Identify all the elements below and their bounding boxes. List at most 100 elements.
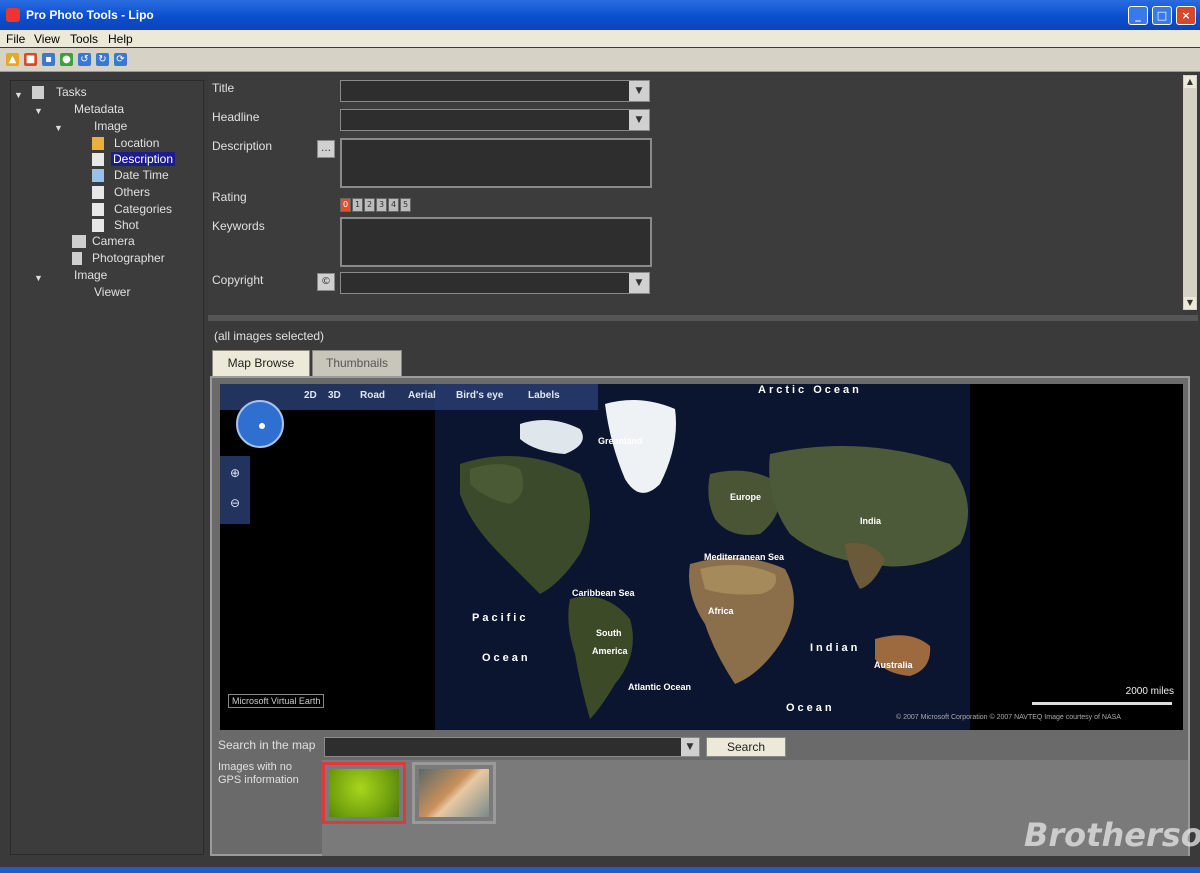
map-birdseye-button[interactable]: Bird's eye xyxy=(456,390,503,401)
rating-control[interactable]: 012345 xyxy=(340,194,412,212)
chevron-down-icon[interactable]: ▼ xyxy=(629,110,649,130)
menu-bar: File View Tools Help xyxy=(0,30,1200,47)
redo-icon[interactable]: ↻ xyxy=(96,53,109,66)
no-gps-label: Images with no GPS information xyxy=(218,761,299,786)
scroll-up-icon[interactable]: ▲ xyxy=(1184,76,1196,88)
minimize-button[interactable]: _ xyxy=(1128,6,1148,25)
map-2d-button[interactable]: 2D xyxy=(304,390,317,401)
rating-star-1[interactable]: 1 xyxy=(352,198,363,212)
tree-photographer[interactable]: Photographer xyxy=(92,251,165,265)
delete-icon[interactable]: ■ xyxy=(24,53,37,66)
chevron-down-icon[interactable]: ▼ xyxy=(629,81,649,101)
tab-thumbnails[interactable]: Thumbnails xyxy=(312,350,402,376)
tree-viewer[interactable]: Viewer xyxy=(94,285,130,299)
toolbar: ▲ ■ ▪ ● ↺ ↻ ⟳ xyxy=(0,48,1200,72)
map-aerial-button[interactable]: Aerial xyxy=(408,390,436,401)
map-label-arctic: Arctic Ocean xyxy=(758,384,862,396)
map-scale-bar: 2000 miles xyxy=(1032,684,1174,710)
document-icon xyxy=(92,219,104,232)
form-scrollbar[interactable]: ▲ ▼ xyxy=(1183,75,1197,310)
collapse-icon[interactable]: ▼ xyxy=(34,273,43,283)
copyright-template-button[interactable]: © xyxy=(317,273,335,291)
map-3d-button[interactable]: 3D xyxy=(328,390,341,401)
zoom-in-icon[interactable]: ⊕ xyxy=(227,466,243,482)
menu-file[interactable]: File xyxy=(6,32,25,46)
tree-image-2[interactable]: Image xyxy=(74,268,107,282)
map-label-europe: Europe xyxy=(730,492,762,502)
map-label-india: India xyxy=(860,516,882,526)
map-label-australia: Australia xyxy=(874,660,913,670)
headline-field[interactable]: ▼ xyxy=(340,109,650,131)
map-labels-toggle[interactable]: Labels xyxy=(528,390,560,401)
description-icon xyxy=(92,153,104,166)
person-icon xyxy=(72,252,82,265)
map-label-caribbean: Caribbean Sea xyxy=(572,588,635,598)
headline-label: Headline xyxy=(212,110,260,124)
map-imagery xyxy=(435,384,970,730)
thumbnail-photo-image[interactable] xyxy=(412,762,496,824)
search-button[interactable]: Search xyxy=(706,737,786,757)
rating-star-2[interactable]: 2 xyxy=(364,198,375,212)
apply-icon[interactable]: ● xyxy=(60,53,73,66)
rating-star-4[interactable]: 4 xyxy=(388,198,399,212)
menu-help[interactable]: Help xyxy=(108,32,133,46)
title-bar: Pro Photo Tools - Lipo _ □ × xyxy=(0,0,1200,30)
map-label-south: South xyxy=(596,628,622,638)
world-map[interactable]: 2D 3D Road Aerial Bird's eye Labels ⊕ ⊖ … xyxy=(220,384,1183,730)
description-expand-button[interactable]: … xyxy=(317,140,335,158)
virtual-earth-logo: Microsoft Virtual Earth xyxy=(228,694,325,708)
maximize-button[interactable]: □ xyxy=(1152,6,1172,25)
rating-star-3[interactable]: 3 xyxy=(376,198,387,212)
keywords-field[interactable] xyxy=(340,217,652,267)
scroll-down-icon[interactable]: ▼ xyxy=(1184,297,1196,309)
tree-metadata[interactable]: Metadata xyxy=(74,102,124,116)
rating-star-5[interactable]: 5 xyxy=(400,198,411,212)
menu-view[interactable]: View xyxy=(34,32,60,46)
tree-date-time[interactable]: Date Time xyxy=(114,168,169,182)
collapse-icon[interactable]: ▼ xyxy=(54,123,63,133)
window-title: Pro Photo Tools - Lipo xyxy=(26,8,154,22)
map-label-ocean: Ocean xyxy=(482,652,531,664)
collapse-icon[interactable]: ▼ xyxy=(34,106,43,116)
search-map-input[interactable]: ▼ xyxy=(324,737,700,757)
description-field[interactable] xyxy=(340,138,652,188)
title-label: Title xyxy=(212,81,235,95)
thumbnail-green-image[interactable] xyxy=(322,762,406,824)
collapse-icon[interactable]: ▼ xyxy=(14,90,23,100)
tab-map-browse[interactable]: Map Browse xyxy=(212,350,310,376)
close-button[interactable]: × xyxy=(1176,6,1196,25)
document-icon xyxy=(92,203,104,216)
task-tree-panel xyxy=(10,80,204,855)
chevron-down-icon[interactable]: ▼ xyxy=(681,738,699,756)
scale-line xyxy=(1032,702,1172,705)
rating-label: Rating xyxy=(212,190,247,204)
pane-splitter[interactable] xyxy=(208,315,1198,321)
map-label-mediterranean: Mediterranean Sea xyxy=(704,552,785,562)
tree-others[interactable]: Others xyxy=(114,185,150,199)
tree-description[interactable]: Description xyxy=(111,152,176,166)
tree-shot[interactable]: Shot xyxy=(114,218,139,232)
copyright-field[interactable]: ▼ xyxy=(340,272,650,294)
zoom-control: ⊕ ⊖ xyxy=(220,456,250,524)
tree-image[interactable]: Image xyxy=(94,119,127,133)
tree-tasks[interactable]: Tasks xyxy=(56,85,87,99)
map-label-atlantic: Atlantic Ocean xyxy=(628,682,692,692)
pan-compass-icon[interactable] xyxy=(236,400,284,448)
title-field[interactable]: ▼ xyxy=(340,80,650,102)
open-icon[interactable]: ▲ xyxy=(6,53,19,66)
map-label-indian-ocean: Ocean xyxy=(786,702,835,714)
zoom-out-icon[interactable]: ⊖ xyxy=(227,496,243,512)
undo-icon[interactable]: ↺ xyxy=(78,53,91,66)
brothersoft-watermark: Brothersoft xyxy=(1024,816,1200,854)
app-window: Pro Photo Tools - Lipo _ □ × File View T… xyxy=(0,0,1200,873)
taskbar-strip xyxy=(0,867,1200,873)
tree-categories[interactable]: Categories xyxy=(114,202,172,216)
map-road-button[interactable]: Road xyxy=(360,390,385,401)
rating-star-0[interactable]: 0 xyxy=(340,198,351,212)
tree-camera[interactable]: Camera xyxy=(92,234,135,248)
chevron-down-icon[interactable]: ▼ xyxy=(629,273,649,293)
refresh-icon[interactable]: ⟳ xyxy=(114,53,127,66)
save-icon[interactable]: ▪ xyxy=(42,53,55,66)
menu-tools[interactable]: Tools xyxy=(70,32,98,46)
tree-location[interactable]: Location xyxy=(114,136,159,150)
